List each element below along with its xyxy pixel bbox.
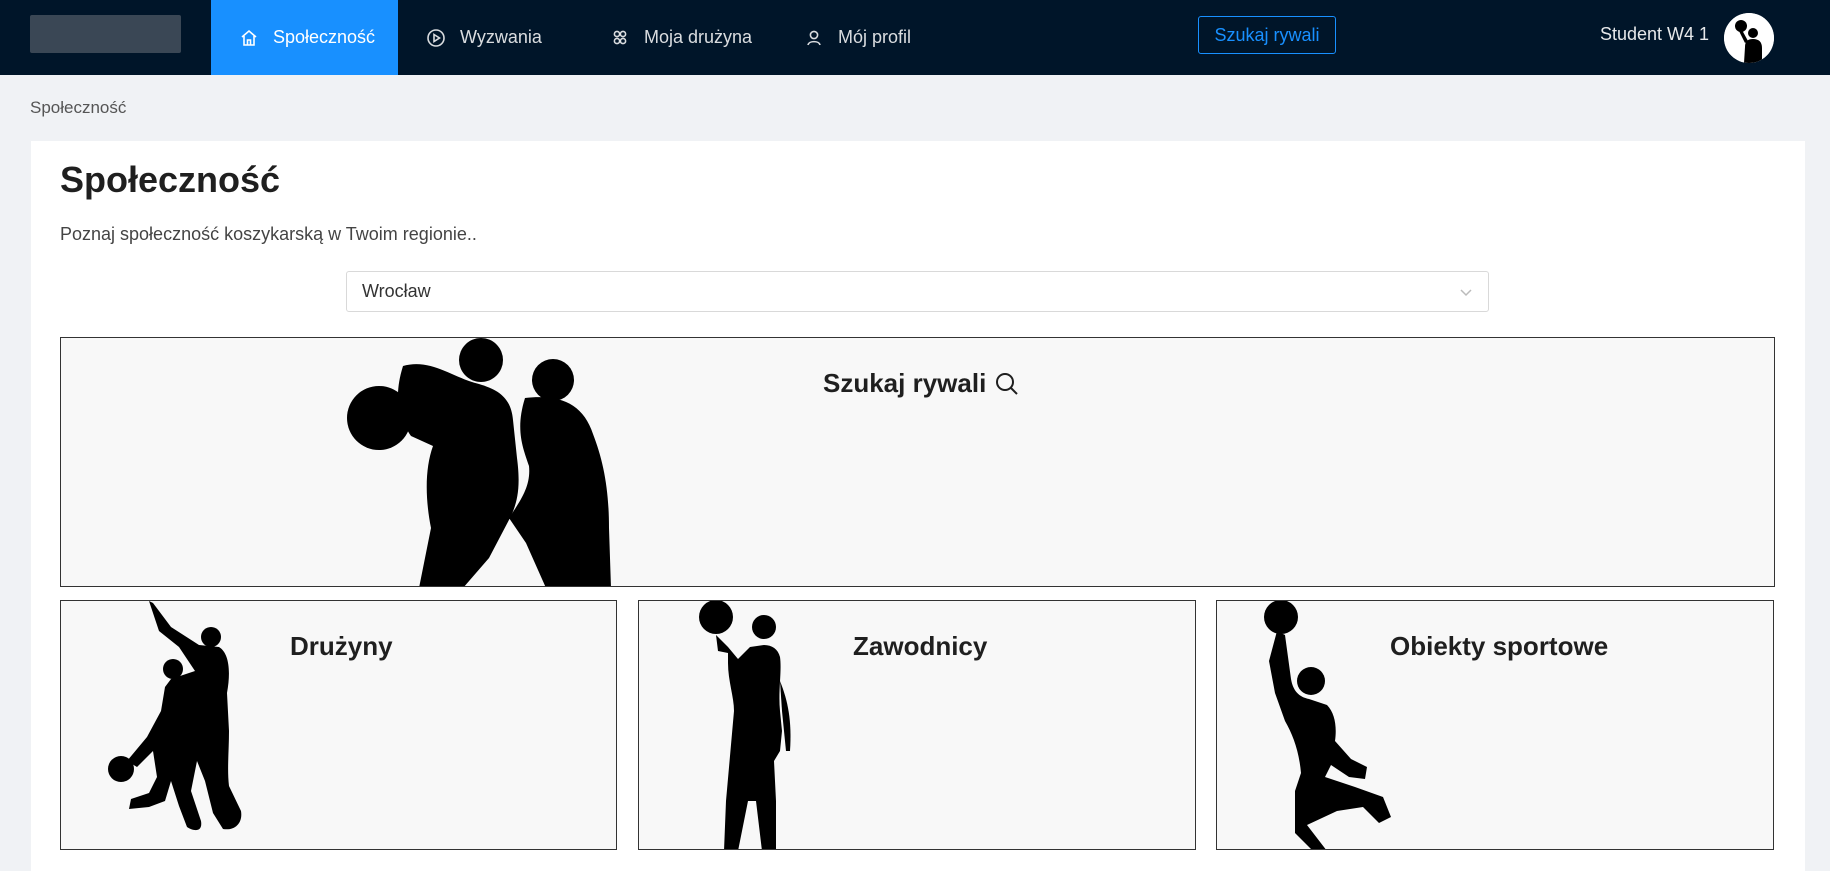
nav-item-challenges[interactable]: Wyzwania: [398, 0, 594, 75]
play-circle-icon: [426, 28, 446, 48]
avatar-silhouette-icon: [1724, 13, 1774, 63]
chevron-down-icon: [1458, 284, 1474, 300]
main-nav: Społeczność Wyzwania Moja drużyna Mój pr…: [211, 0, 942, 75]
home-icon: [239, 28, 259, 48]
nav-item-label: Społeczność: [273, 27, 376, 47]
region-select-value: Wrocław: [362, 281, 431, 301]
tile-teams-label: Drużyny: [290, 631, 393, 661]
tile-players[interactable]: Zawodnicy: [638, 600, 1196, 850]
page-title: Społeczność: [60, 159, 281, 200]
player-spinning-ball-silhouette-icon: [699, 601, 791, 849]
tile-find-rivals-label: Szukaj rywali: [823, 368, 1020, 399]
region-select[interactable]: Wrocław: [346, 271, 1489, 312]
tile-teams[interactable]: Drużyny: [60, 600, 617, 850]
user-name[interactable]: Student W4 1: [1600, 24, 1709, 45]
tile-venues-label: Obiekty sportowe: [1390, 631, 1609, 661]
top-navigation-bar: Społeczność Wyzwania Moja drużyna Mój pr…: [0, 0, 1830, 75]
tile-players-label: Zawodnicy: [853, 631, 988, 661]
tile-venues[interactable]: Obiekty sportowe: [1216, 600, 1774, 850]
avatar[interactable]: [1724, 13, 1774, 63]
team-icon: [610, 28, 630, 48]
dunking-player-silhouette-icon: [1264, 601, 1391, 849]
user-icon: [804, 28, 824, 48]
nav-item-community[interactable]: Społeczność: [211, 0, 398, 75]
logo[interactable]: [30, 15, 181, 53]
content-card: Społeczność Poznaj społeczność koszykars…: [31, 141, 1805, 871]
team-players-silhouette-icon: [108, 601, 242, 831]
nav-item-my-team[interactable]: Moja drużyna: [594, 0, 792, 75]
page-subtitle: Poznaj społeczność koszykarską w Twoim r…: [60, 224, 477, 244]
two-players-silhouette-icon: [347, 338, 611, 586]
nav-item-my-profile[interactable]: Mój profil: [792, 0, 942, 75]
tile-find-rivals[interactable]: Szukaj rywali: [60, 337, 1775, 587]
search-icon: [994, 371, 1020, 397]
nav-item-label: Mój profil: [838, 27, 912, 47]
breadcrumb: Społeczność: [30, 98, 127, 117]
nav-item-label: Moja drużyna: [644, 27, 753, 47]
tile-label-text: Szukaj rywali: [823, 368, 987, 398]
nav-item-label: Wyzwania: [460, 27, 542, 47]
find-rivals-button[interactable]: Szukaj rywali: [1198, 16, 1336, 54]
